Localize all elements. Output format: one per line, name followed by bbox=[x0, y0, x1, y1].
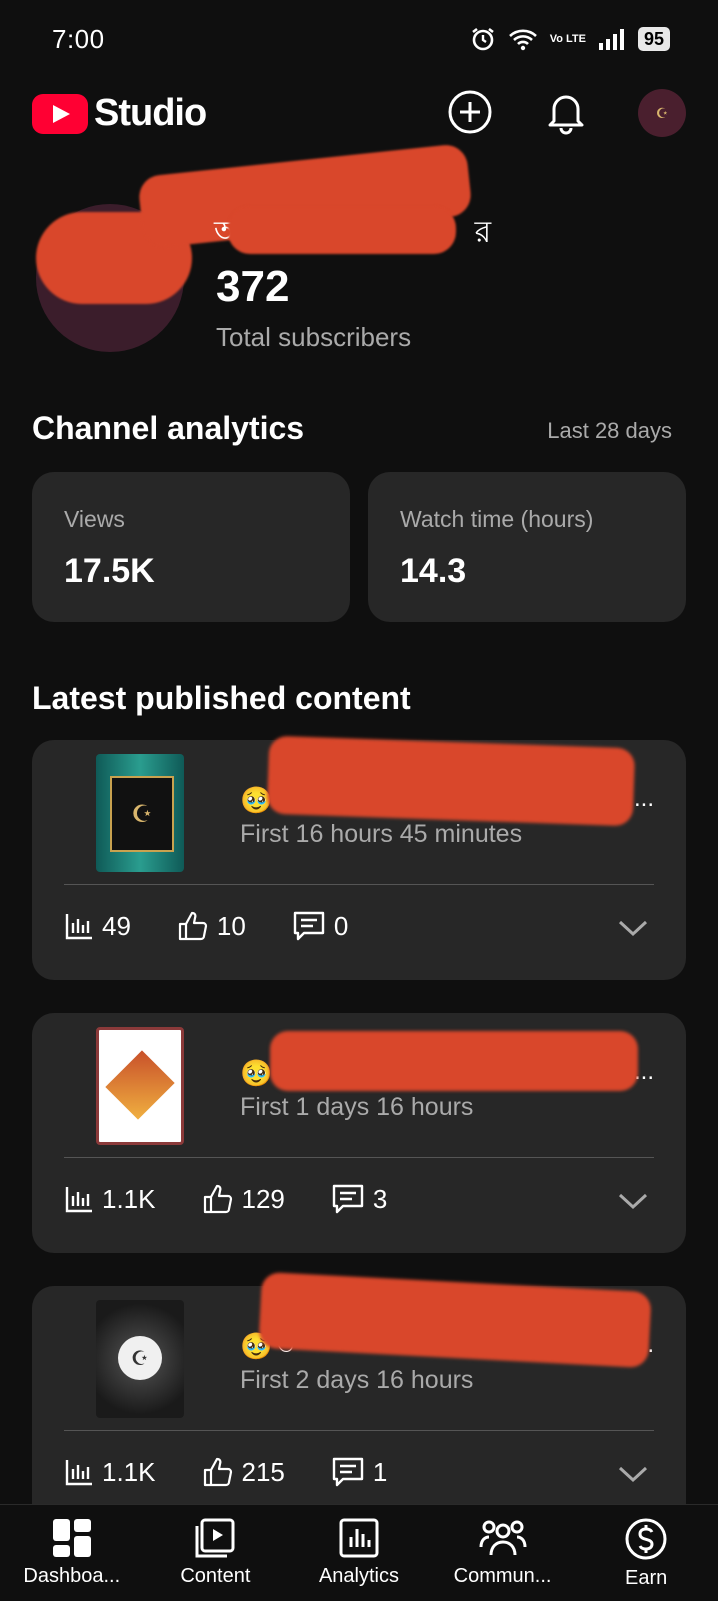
nav-label: Commun... bbox=[453, 1565, 552, 1587]
thumbs-up-icon bbox=[178, 911, 208, 941]
divider bbox=[64, 1157, 654, 1158]
thumbs-up-icon bbox=[203, 1184, 232, 1214]
heart-emblem-icon bbox=[105, 1050, 175, 1120]
thumbs-up-icon bbox=[203, 1457, 232, 1487]
analytics-title: Channel analytics bbox=[32, 410, 305, 446]
video-subtitle: First 2 days 16 hours bbox=[240, 1366, 474, 1394]
account-avatar[interactable]: ☪ bbox=[638, 89, 686, 137]
likes-count: 215 bbox=[241, 1456, 285, 1487]
bar-chart-icon bbox=[65, 1187, 92, 1213]
nav-earn[interactable]: Earn bbox=[574, 1505, 718, 1601]
alarm-icon bbox=[471, 27, 494, 51]
comment-icon bbox=[332, 1457, 364, 1487]
app-name: Studio bbox=[94, 92, 207, 134]
video-thumbnail[interactable] bbox=[96, 1027, 184, 1145]
likes-count: 129 bbox=[241, 1183, 285, 1214]
likes-metric: 129 bbox=[202, 1183, 285, 1215]
nav-community[interactable]: Commun... bbox=[431, 1505, 575, 1601]
redaction-mark bbox=[266, 735, 636, 827]
battery-indicator: 95 bbox=[637, 27, 670, 51]
views-metric: 1.1K bbox=[64, 1457, 156, 1488]
nav-label: Dashboa... bbox=[23, 1565, 121, 1587]
video-card[interactable]: ☪ 🥹 ত ি... First 2 days 16 hours 1.1K 21… bbox=[32, 1271, 686, 1526]
video-card[interactable]: ☪ 🥹 অ য ... First 16 hours 45 minutes 49… bbox=[32, 735, 686, 980]
status-icons: Vo LTE 95 bbox=[470, 26, 670, 52]
stat-label: Views bbox=[64, 506, 125, 532]
video-card[interactable]: 🥹 অ ি... First 1 days 16 hours 1.1K 129 … bbox=[32, 1013, 686, 1253]
video-thumbnail[interactable]: ☪ bbox=[96, 1300, 184, 1418]
video-metrics: 49 10 0 bbox=[64, 910, 348, 942]
bar-chart-icon bbox=[65, 1460, 92, 1486]
views-metric: 49 bbox=[64, 911, 131, 942]
signal-icon bbox=[598, 29, 624, 50]
video-thumbnail[interactable]: ☪ bbox=[96, 754, 184, 872]
latest-content-title: Latest published content bbox=[32, 680, 411, 716]
wifi-icon bbox=[508, 29, 537, 51]
create-button[interactable] bbox=[446, 88, 494, 136]
youtube-play-icon bbox=[32, 93, 88, 134]
video-metrics: 1.1K 215 1 bbox=[64, 1456, 387, 1488]
stat-value: 17.5K bbox=[64, 552, 155, 590]
divider bbox=[64, 1430, 654, 1431]
video-metrics: 1.1K 129 3 bbox=[64, 1183, 387, 1215]
plus-circle-icon bbox=[448, 90, 492, 134]
divider bbox=[64, 884, 654, 885]
comments-count: 3 bbox=[372, 1183, 388, 1214]
dashboard-icon bbox=[52, 1519, 91, 1557]
expand-button[interactable] bbox=[618, 1464, 648, 1489]
comment-icon bbox=[332, 1184, 364, 1214]
expand-button[interactable] bbox=[618, 918, 648, 943]
nav-label: Content bbox=[180, 1565, 251, 1587]
calligraphy-emblem-icon: ☪ bbox=[110, 776, 174, 852]
video-subtitle: First 16 hours 45 minutes bbox=[240, 820, 523, 848]
comments-count: 0 bbox=[333, 910, 349, 941]
community-icon bbox=[479, 1520, 527, 1556]
nav-label: Earn bbox=[625, 1567, 668, 1589]
comments-metric: 0 bbox=[292, 910, 348, 942]
video-subtitle: First 1 days 16 hours bbox=[240, 1093, 474, 1121]
watch-time-card[interactable]: Watch time (hours) 14.3 bbox=[368, 472, 686, 622]
analytics-icon bbox=[339, 1518, 379, 1558]
comments-metric: 1 bbox=[331, 1456, 387, 1488]
content-icon bbox=[195, 1518, 235, 1558]
likes-metric: 10 bbox=[177, 910, 246, 942]
subscriber-label: Total subscribers bbox=[216, 322, 412, 352]
comments-count: 1 bbox=[372, 1456, 388, 1487]
subscriber-count: 372 bbox=[216, 262, 290, 311]
nav-analytics[interactable]: Analytics bbox=[287, 1505, 431, 1601]
views-count: 1.1K bbox=[102, 1183, 156, 1214]
likes-count: 10 bbox=[216, 910, 246, 941]
analytics-range[interactable]: Last 28 days bbox=[547, 418, 672, 444]
avatar-emblem-icon: ☪ bbox=[655, 104, 669, 121]
comment-icon bbox=[293, 911, 325, 941]
earn-icon bbox=[625, 1518, 667, 1560]
chevron-down-icon bbox=[618, 1193, 648, 1210]
bell-icon bbox=[548, 95, 584, 135]
likes-metric: 215 bbox=[202, 1456, 285, 1488]
youtube-studio-logo[interactable]: Studio bbox=[32, 92, 207, 135]
views-metric: 1.1K bbox=[64, 1184, 156, 1215]
stat-value: 14.3 bbox=[400, 552, 467, 590]
redaction-mark bbox=[228, 206, 456, 254]
emoji: 🥹 bbox=[240, 1057, 273, 1088]
volte-icon: Vo LTE bbox=[549, 32, 586, 45]
redaction-mark bbox=[270, 1031, 638, 1091]
nav-dashboard[interactable]: Dashboa... bbox=[0, 1505, 144, 1601]
views-card[interactable]: Views 17.5K bbox=[32, 472, 350, 622]
stat-label: Watch time (hours) bbox=[400, 506, 594, 532]
chevron-down-icon bbox=[618, 1466, 648, 1483]
views-count: 49 bbox=[102, 910, 131, 941]
chevron-down-icon bbox=[618, 920, 648, 937]
nav-content[interactable]: Content bbox=[144, 1505, 288, 1601]
comments-metric: 3 bbox=[331, 1183, 387, 1215]
calligraphy-emblem-icon: ☪ bbox=[118, 1336, 162, 1380]
expand-button[interactable] bbox=[618, 1191, 648, 1216]
bar-chart-icon bbox=[65, 914, 92, 940]
status-time: 7:00 bbox=[52, 24, 105, 54]
bottom-navigation: Dashboa... Content Analytics Commun... E… bbox=[0, 1504, 718, 1601]
notifications-button[interactable] bbox=[542, 88, 590, 136]
views-count: 1.1K bbox=[102, 1456, 156, 1487]
nav-label: Analytics bbox=[318, 1565, 399, 1587]
